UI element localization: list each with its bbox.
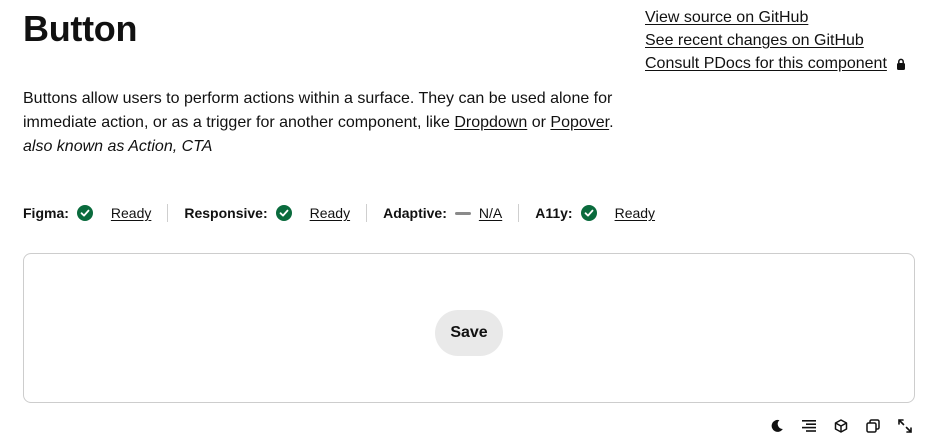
status-label: Figma: bbox=[23, 205, 69, 221]
status-value-link[interactable]: N/A bbox=[479, 205, 502, 221]
expand-icon[interactable] bbox=[896, 417, 914, 435]
view-source-link[interactable]: View source on GitHub bbox=[645, 9, 808, 27]
dash-icon bbox=[454, 211, 471, 215]
status-value-link[interactable]: Ready bbox=[111, 205, 151, 221]
status-label: Responsive: bbox=[184, 205, 268, 221]
also-known-as: also known as Action, CTA bbox=[23, 138, 213, 155]
align-right-icon[interactable] bbox=[800, 417, 818, 435]
check-circle-icon bbox=[580, 205, 597, 221]
popover-link[interactable]: Popover bbox=[550, 114, 609, 131]
status-responsive: Responsive: Ready bbox=[167, 204, 366, 222]
lock-icon bbox=[895, 58, 907, 70]
check-circle-icon bbox=[76, 205, 93, 221]
description-or: or bbox=[527, 114, 551, 131]
component-description: Buttons allow users to perform actions w… bbox=[23, 87, 643, 135]
external-links: View source on GitHub See recent changes… bbox=[645, 8, 907, 74]
recent-changes-link[interactable]: See recent changes on GitHub bbox=[645, 32, 864, 50]
dropdown-link[interactable]: Dropdown bbox=[454, 114, 527, 131]
status-figma: Figma: Ready bbox=[23, 204, 167, 222]
pdocs-link[interactable]: Consult PDocs for this component bbox=[645, 55, 887, 73]
page-title: Button bbox=[23, 8, 138, 49]
status-value-link[interactable]: Ready bbox=[310, 205, 350, 221]
check-circle-icon bbox=[275, 205, 292, 221]
example-preview: Save bbox=[23, 253, 915, 403]
status-adaptive: Adaptive: N/A bbox=[366, 204, 518, 222]
status-bar: Figma: Ready Responsive: Ready Adaptive:… bbox=[23, 202, 671, 224]
cube-icon[interactable] bbox=[832, 417, 850, 435]
example-toolbar bbox=[768, 417, 914, 435]
status-a11y: A11y: Ready bbox=[518, 204, 671, 222]
moon-icon[interactable] bbox=[768, 417, 786, 435]
description-end: . bbox=[609, 114, 614, 131]
status-value-link[interactable]: Ready bbox=[615, 205, 655, 221]
status-label: Adaptive: bbox=[383, 205, 447, 221]
save-button[interactable]: Save bbox=[435, 310, 503, 356]
status-label: A11y: bbox=[535, 205, 573, 221]
copy-icon[interactable] bbox=[864, 417, 882, 435]
